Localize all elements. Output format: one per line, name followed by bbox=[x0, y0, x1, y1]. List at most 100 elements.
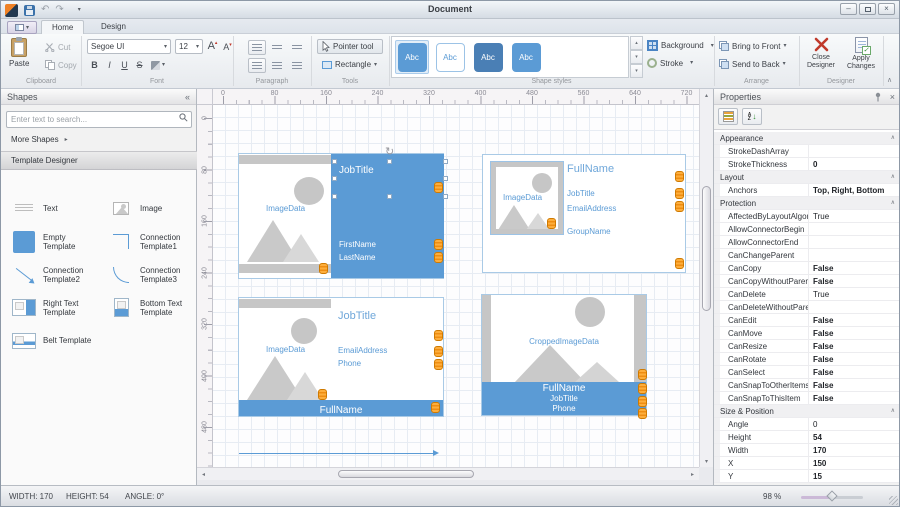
property-value[interactable]: True bbox=[808, 288, 900, 300]
resize-handle[interactable] bbox=[443, 176, 448, 181]
property-category[interactable]: Layout∧ bbox=[714, 171, 900, 184]
property-row[interactable]: CanCopyFalse bbox=[714, 262, 900, 275]
property-category[interactable]: Size & Position∧ bbox=[714, 405, 900, 418]
property-row[interactable]: CanSnapToThisItemFalse bbox=[714, 392, 900, 405]
full-name-field[interactable]: FullName bbox=[567, 163, 614, 175]
data-binding-icon[interactable] bbox=[318, 389, 327, 400]
align-right-button[interactable] bbox=[288, 58, 306, 73]
gallery-more-button[interactable]: ▾ bbox=[630, 64, 643, 78]
property-value[interactable]: 0 bbox=[808, 418, 900, 430]
property-row[interactable]: CanCopyWithoutParentFalse bbox=[714, 275, 900, 288]
minimize-button[interactable]: – bbox=[840, 3, 857, 15]
align-middle-button[interactable] bbox=[268, 40, 286, 55]
horizontal-scrollbar[interactable]: ◂ ▸ bbox=[197, 467, 699, 480]
job-title-field[interactable]: JobTitle bbox=[338, 310, 376, 322]
property-category[interactable]: Appearance∧ bbox=[714, 132, 900, 145]
property-value[interactable]: 150 bbox=[808, 457, 900, 469]
property-row[interactable]: CanEditFalse bbox=[714, 314, 900, 327]
property-row[interactable]: AllowConnectorBegin bbox=[714, 223, 900, 236]
job-title-field[interactable]: JobTitle bbox=[482, 394, 646, 403]
property-row[interactable]: Height54 bbox=[714, 431, 900, 444]
phone-field[interactable]: Phone bbox=[482, 403, 646, 414]
property-row[interactable]: AffectedByLayoutAlgorithmsTrue bbox=[714, 210, 900, 223]
property-value[interactable]: False bbox=[808, 340, 900, 352]
data-binding-icon[interactable] bbox=[434, 359, 443, 370]
property-value[interactable]: False bbox=[808, 314, 900, 326]
card-bottom-band[interactable]: FullName bbox=[239, 400, 443, 416]
resize-handle[interactable] bbox=[332, 176, 337, 181]
close-designer-button[interactable]: Close Designer bbox=[802, 37, 840, 70]
canvas-grid[interactable]: ImageData JobTitle FirstName LastName ↻ bbox=[213, 105, 699, 467]
shape-style-swatch-1[interactable]: Abc bbox=[395, 40, 429, 74]
collapse-panel-icon[interactable]: « bbox=[185, 92, 190, 102]
image-data-label[interactable]: ImageData bbox=[266, 204, 305, 213]
data-binding-icon[interactable] bbox=[547, 218, 556, 229]
zoom-slider-thumb[interactable] bbox=[826, 490, 837, 501]
scroll-up-arrow[interactable]: ▴ bbox=[700, 89, 713, 101]
property-row[interactable]: CanSelectFalse bbox=[714, 366, 900, 379]
gallery-scroll-up[interactable]: ▴ bbox=[630, 36, 643, 50]
property-value[interactable]: 170 bbox=[808, 444, 900, 456]
scroll-down-arrow[interactable]: ▾ bbox=[700, 455, 713, 467]
property-value[interactable]: False bbox=[808, 366, 900, 378]
shape-item-empty[interactable]: Empty Template bbox=[1, 225, 98, 258]
tab-home[interactable]: Home bbox=[41, 20, 84, 34]
paste-button[interactable]: Paste bbox=[9, 38, 29, 68]
property-row[interactable]: CanResizeFalse bbox=[714, 340, 900, 353]
job-title-field[interactable]: JobTitle bbox=[567, 189, 595, 198]
property-row[interactable]: CanMoveFalse bbox=[714, 327, 900, 340]
property-row[interactable]: CanDeleteTrue bbox=[714, 288, 900, 301]
shape-item-belt[interactable]: Belt Template bbox=[1, 324, 98, 357]
category-collapse-icon[interactable]: ∧ bbox=[874, 405, 900, 417]
bold-button[interactable]: B bbox=[87, 58, 102, 72]
property-row[interactable]: Y15 bbox=[714, 470, 900, 483]
data-binding-icon[interactable] bbox=[319, 263, 328, 274]
property-value[interactable]: 0 bbox=[808, 158, 900, 170]
align-bottom-button[interactable] bbox=[288, 40, 306, 55]
vertical-scroll-thumb[interactable] bbox=[702, 186, 711, 311]
align-left-button[interactable] bbox=[248, 58, 266, 73]
scroll-left-arrow[interactable]: ◂ bbox=[197, 468, 210, 480]
data-binding-icon[interactable] bbox=[638, 383, 647, 394]
shape-item-conn3[interactable]: Connection Template3 bbox=[98, 258, 195, 291]
connector-line[interactable] bbox=[239, 453, 435, 454]
shape-style-swatch-2[interactable]: Abc bbox=[433, 40, 467, 74]
shape-style-swatch-4[interactable]: Abc bbox=[509, 40, 543, 74]
property-row[interactable]: AllowConnectorEnd bbox=[714, 236, 900, 249]
data-binding-icon[interactable] bbox=[675, 171, 684, 182]
template-card-bottom-left[interactable]: ImageData JobTitle EmailAddress Phone Fu… bbox=[238, 297, 444, 417]
shape-item-right-text[interactable]: Right Text Template bbox=[1, 291, 98, 324]
font-family-combo[interactable]: Segoe UI ▾ bbox=[87, 39, 171, 54]
application-menu-button[interactable]: ▾ bbox=[7, 21, 37, 34]
property-row[interactable]: Angle0 bbox=[714, 418, 900, 431]
property-value[interactable]: 15 bbox=[808, 470, 900, 482]
scroll-right-arrow[interactable]: ▸ bbox=[686, 468, 699, 480]
property-value[interactable] bbox=[808, 145, 900, 157]
tab-design[interactable]: Design bbox=[91, 19, 136, 34]
last-name-field[interactable]: LastName bbox=[339, 253, 375, 262]
property-value[interactable]: True bbox=[808, 210, 900, 222]
rectangle-tool-button[interactable]: Rectangle ▾ bbox=[317, 57, 383, 72]
resize-handle[interactable] bbox=[387, 159, 392, 164]
property-value[interactable]: False bbox=[808, 379, 900, 391]
vertical-scrollbar[interactable]: ▴ ▾ bbox=[699, 89, 713, 467]
property-row[interactable]: StrokeDashArray bbox=[714, 145, 900, 158]
property-row[interactable]: StrokeThickness0 bbox=[714, 158, 900, 171]
phone-field[interactable]: Phone bbox=[338, 359, 361, 368]
data-binding-icon[interactable] bbox=[434, 346, 443, 357]
shrink-font-button[interactable]: A▾ bbox=[220, 40, 235, 54]
section-template-designer[interactable]: Template Designer bbox=[1, 151, 197, 170]
property-row[interactable]: Width170 bbox=[714, 444, 900, 457]
template-card-top-left[interactable]: ImageData JobTitle FirstName LastName ↻ bbox=[238, 153, 444, 279]
data-binding-icon[interactable] bbox=[675, 258, 684, 269]
full-name-field[interactable]: FullName bbox=[482, 383, 646, 394]
close-button[interactable]: × bbox=[878, 3, 895, 15]
font-size-combo[interactable]: 12 ▾ bbox=[175, 39, 203, 54]
property-value[interactable] bbox=[808, 301, 900, 313]
group-name-field[interactable]: GroupName bbox=[567, 227, 611, 236]
property-row[interactable]: AnchorsTop, Right, Bottom bbox=[714, 184, 900, 197]
resize-handle[interactable] bbox=[443, 194, 448, 199]
align-top-button[interactable] bbox=[248, 40, 266, 55]
shape-item-bottom-text[interactable]: Bottom Text Template bbox=[98, 291, 195, 324]
card-bottom-band[interactable]: FullName JobTitle Phone bbox=[482, 382, 646, 415]
